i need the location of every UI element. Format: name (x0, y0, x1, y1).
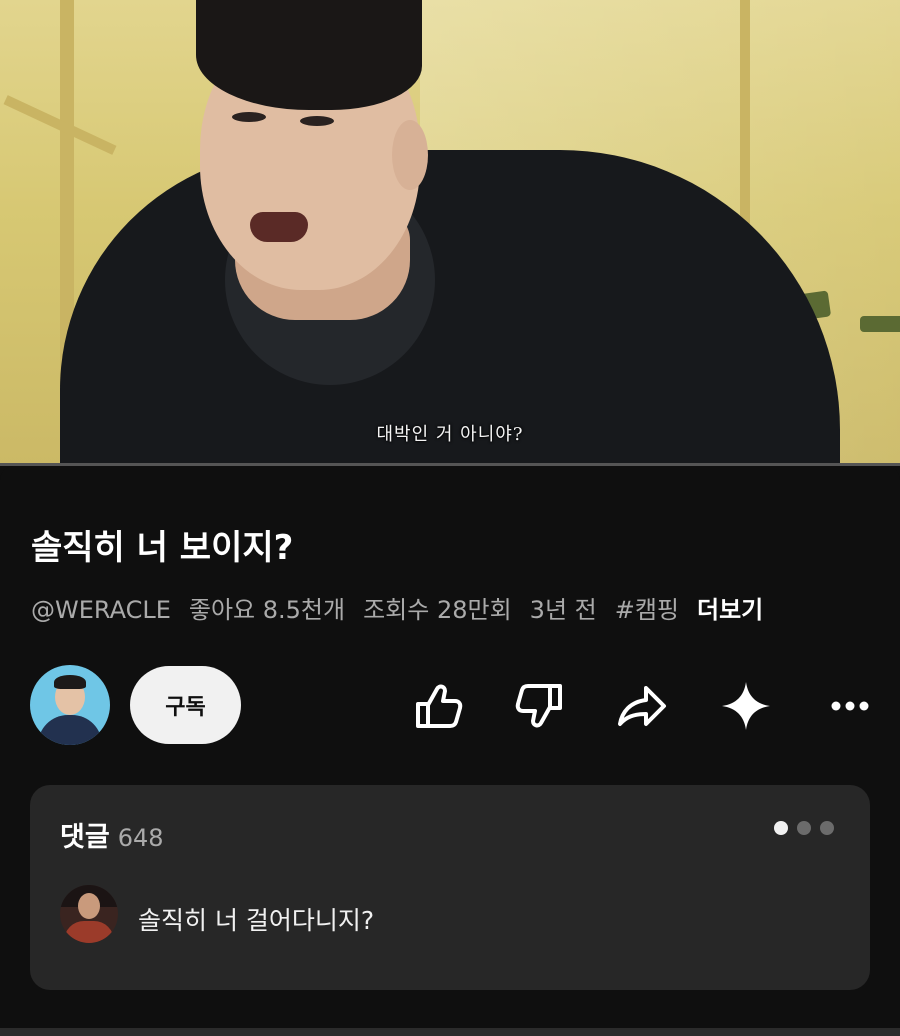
hashtag-link[interactable]: #캠핑 (615, 596, 679, 624)
video-metadata[interactable]: @WERACLE 좋아요 8.5천개 조회수 28만회 3년 전 #캠핑 더보기 (31, 590, 763, 625)
more-actions-button[interactable] (818, 676, 878, 736)
video-title: 솔직히 너 보이지? (31, 528, 294, 568)
pager-dot (774, 821, 788, 835)
comments-count: 648 (117, 824, 164, 852)
action-bar: 구독 (0, 662, 900, 752)
comments-header: 댓글 648 (60, 815, 164, 854)
next-content-strip (0, 1028, 900, 1036)
eye (300, 116, 334, 126)
hair (196, 0, 422, 110)
pager-dot (797, 821, 811, 835)
dislike-icon (515, 684, 562, 728)
ai-summary-button[interactable] (716, 676, 776, 736)
channel-handle[interactable]: @WERACLE (31, 596, 171, 624)
video-subtitle: 대박인 거 아니야? (376, 424, 524, 445)
commenter-avatar (60, 885, 118, 943)
dislike-button[interactable] (510, 676, 570, 736)
like-count: 좋아요 8.5천개 (188, 596, 346, 624)
view-count: 조회수 28만회 (363, 596, 512, 624)
video-player[interactable]: 대박인 거 아니야? (0, 0, 900, 466)
more-button[interactable]: 더보기 (697, 596, 763, 624)
share-icon (618, 686, 666, 726)
pager-dot (820, 821, 834, 835)
ear (392, 120, 428, 190)
more-icon (831, 701, 869, 711)
mouth (250, 212, 308, 242)
camping-chair (860, 316, 900, 332)
comments-pager (774, 821, 834, 835)
comments-card[interactable]: 댓글 648 솔직히 너 걸어다니지? (30, 785, 870, 990)
channel-avatar[interactable] (30, 665, 110, 745)
like-icon (416, 684, 463, 728)
sparkle-icon (722, 682, 770, 730)
like-button[interactable] (408, 676, 468, 736)
share-button[interactable] (612, 676, 672, 736)
subscribe-button[interactable]: 구독 (130, 666, 241, 744)
upload-age: 3년 전 (529, 596, 597, 624)
top-comment-text: 솔직히 너 걸어다니지? (138, 906, 375, 935)
comments-title: 댓글 (60, 822, 110, 853)
eye (232, 112, 266, 122)
